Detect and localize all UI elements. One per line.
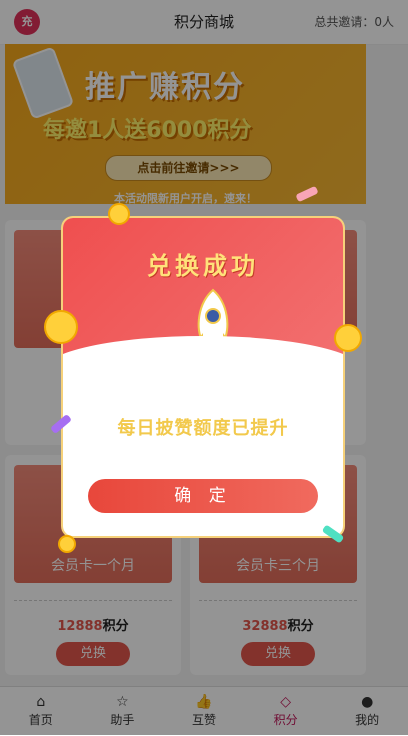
coin-icon [44, 310, 78, 344]
coin-icon [58, 535, 76, 553]
dialog-message: 每日披赞额度已提升 [117, 418, 289, 439]
coin-icon [108, 203, 130, 225]
coin-icon [334, 324, 362, 352]
confirm-button[interactable]: 确 定 [88, 479, 318, 513]
dialog-title: 兑换成功 [147, 252, 259, 280]
success-dialog: 兑换成功 每日披赞额度已提升 确 定 [63, 218, 343, 536]
cloud-decoration [63, 336, 343, 406]
